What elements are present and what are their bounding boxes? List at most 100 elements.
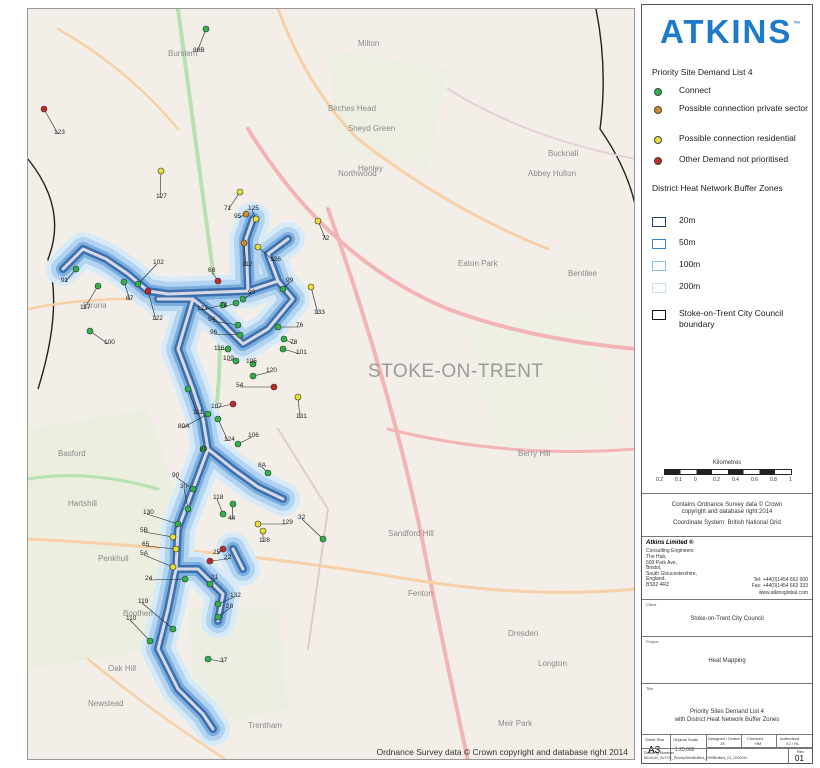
- site-label: 110: [126, 615, 137, 622]
- place-label: Abbey Hulton: [528, 169, 577, 178]
- site-point[interactable]: [259, 527, 267, 535]
- site-label: 121: [197, 305, 208, 312]
- site-point[interactable]: [239, 295, 247, 303]
- map-copyright: Ordnance Survey data © Crown copyright a…: [376, 747, 629, 757]
- place-label: Trentham: [248, 721, 282, 730]
- site-point[interactable]: [146, 637, 154, 645]
- place-label: Sneyd Green: [348, 124, 396, 133]
- site-point[interactable]: [169, 533, 177, 541]
- site-label: 125: [248, 205, 259, 212]
- site-point[interactable]: [184, 385, 192, 393]
- site-point[interactable]: [319, 535, 327, 543]
- place-label: Dresden: [508, 629, 539, 638]
- map-frame[interactable]: STOKE-ON-TRENT Ordnance Survey data © Cr…: [27, 8, 635, 760]
- site-label: 80A: [178, 423, 190, 430]
- site-point[interactable]: [294, 393, 302, 401]
- site-point[interactable]: [169, 625, 177, 633]
- site-point[interactable]: [279, 345, 287, 353]
- site-point[interactable]: [40, 105, 48, 113]
- scale-tick-label: 0: [694, 477, 697, 483]
- site-point[interactable]: [236, 331, 244, 339]
- site-label: 124: [224, 436, 235, 443]
- site-point[interactable]: [204, 410, 212, 418]
- site-point[interactable]: [219, 510, 227, 518]
- site-label: 93: [248, 289, 256, 296]
- site-point[interactable]: [184, 505, 192, 513]
- place-label: Milton: [358, 39, 380, 48]
- site-label: 28: [226, 603, 234, 610]
- place-label: Penkhull: [98, 554, 129, 563]
- site-point[interactable]: [232, 299, 240, 307]
- site-label: 132: [230, 592, 241, 599]
- site-point[interactable]: [169, 563, 177, 571]
- site-point[interactable]: [280, 335, 288, 343]
- site-point[interactable]: [157, 167, 165, 175]
- site-point[interactable]: [206, 580, 214, 588]
- site-point[interactable]: [214, 600, 222, 608]
- site-point[interactable]: [224, 345, 232, 353]
- site-label: 8A: [258, 462, 266, 469]
- site-point[interactable]: [254, 243, 262, 251]
- site-point[interactable]: [174, 520, 182, 528]
- site-point[interactable]: [134, 280, 142, 288]
- site-point[interactable]: [172, 545, 180, 553]
- atkins-logo: ATKINS ™: [660, 13, 801, 50]
- site-label: 5A: [140, 550, 148, 557]
- site-label: 129: [282, 519, 293, 526]
- site-point[interactable]: [72, 265, 80, 273]
- site-point[interactable]: [314, 217, 322, 225]
- site-point[interactable]: [270, 383, 278, 391]
- site-point[interactable]: [181, 575, 189, 583]
- site-label: 87: [126, 295, 134, 302]
- site-point[interactable]: [214, 277, 222, 285]
- project-block: Project Heat Mapping: [642, 636, 812, 683]
- site-point[interactable]: [279, 285, 287, 293]
- site-point[interactable]: [234, 321, 242, 329]
- site-point[interactable]: [236, 188, 244, 196]
- place-label: Basford: [58, 449, 86, 458]
- buffer-legend-title: District Heat Network Buffer Zones: [652, 183, 783, 193]
- site-point[interactable]: [219, 545, 227, 553]
- site-point[interactable]: [86, 327, 94, 335]
- site-point[interactable]: [202, 25, 210, 33]
- place-label: Newstead: [88, 699, 124, 708]
- place-label: Fenton: [408, 589, 433, 598]
- drawing-title-block: Title Priority Sites Demand List 4 with …: [642, 683, 812, 734]
- city-label: STOKE-ON-TRENT: [368, 361, 544, 382]
- site-label: 107: [211, 403, 222, 410]
- site-point[interactable]: [214, 613, 222, 621]
- site-label: 65: [142, 541, 150, 548]
- site-point[interactable]: [254, 520, 262, 528]
- site-label: 5B: [140, 527, 148, 534]
- site-point[interactable]: [249, 372, 257, 380]
- site-label: 109: [223, 355, 234, 362]
- site-label: 76: [296, 322, 304, 329]
- drawing-number-block: Drawing Number 5014140_SoTCC_PrioritySit…: [642, 748, 812, 765]
- site-label: 122: [152, 315, 163, 322]
- site-label: 133: [314, 309, 325, 316]
- site-point[interactable]: [120, 278, 128, 286]
- site-point[interactable]: [94, 282, 102, 290]
- site-point[interactable]: [229, 500, 237, 508]
- site-point[interactable]: [240, 239, 248, 247]
- site-label: 126: [270, 256, 281, 263]
- site-point[interactable]: [189, 485, 197, 493]
- site-label: 130: [143, 509, 154, 516]
- site-label: 37: [220, 657, 228, 664]
- residential-dot-icon: [654, 136, 662, 144]
- site-point[interactable]: [264, 469, 272, 477]
- site-point[interactable]: [234, 440, 242, 448]
- site-point[interactable]: [229, 400, 237, 408]
- site-point[interactable]: [307, 283, 315, 291]
- site-point[interactable]: [204, 655, 212, 663]
- site-label: 95: [234, 213, 242, 220]
- site-label: 119: [138, 598, 149, 605]
- site-label: 127: [156, 193, 167, 200]
- site-point[interactable]: [274, 323, 282, 331]
- site-point[interactable]: [214, 415, 222, 423]
- site-point[interactable]: [144, 287, 152, 295]
- site-point[interactable]: [252, 215, 260, 223]
- place-label: Bentilee: [568, 269, 597, 278]
- site-point[interactable]: [206, 557, 214, 565]
- site-label: 112: [242, 261, 253, 268]
